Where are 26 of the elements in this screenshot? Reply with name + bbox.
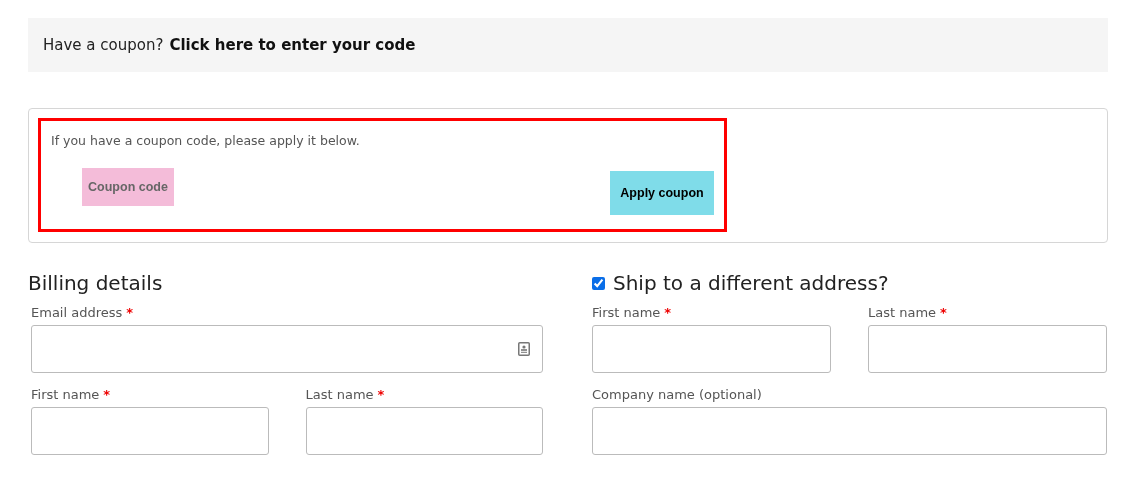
- coupon-link[interactable]: Click here to enter your code: [169, 36, 416, 54]
- field-label: First name: [31, 387, 100, 402]
- notice-text: Have a coupon?: [43, 36, 164, 54]
- coupon-hint: If you have a coupon code, please apply it below.: [51, 133, 361, 148]
- required-mark: *: [103, 387, 111, 402]
- required-mark: *: [664, 305, 672, 320]
- input-field[interactable]: [305, 407, 543, 455]
- section-title: Billing details: [28, 270, 164, 297]
- required-mark: *: [940, 305, 947, 320]
- contact-card-icon[interactable]: [518, 342, 530, 356]
- required-mark: *: [377, 387, 385, 402]
- input-field[interactable]: [31, 325, 543, 373]
- field-label: Last name: [868, 305, 937, 320]
- ship-checkbox[interactable]: [592, 276, 605, 290]
- coupon-field[interactable]: Coupon code: [82, 168, 174, 206]
- apply-coupon-button[interactable]: Apply coupon: [610, 171, 714, 215]
- field-label: Email address: [31, 305, 123, 320]
- field-label: Last name: [305, 387, 374, 402]
- required-mark: *: [126, 305, 134, 320]
- input-field[interactable]: [31, 407, 269, 455]
- section-title: Ship to a different address?: [613, 271, 889, 295]
- field-label: Company name (optional): [592, 387, 762, 402]
- input-field[interactable]: [868, 325, 1107, 373]
- field-label: First name: [592, 305, 661, 320]
- input-field[interactable]: [592, 325, 831, 373]
- input-field[interactable]: [592, 407, 1107, 455]
